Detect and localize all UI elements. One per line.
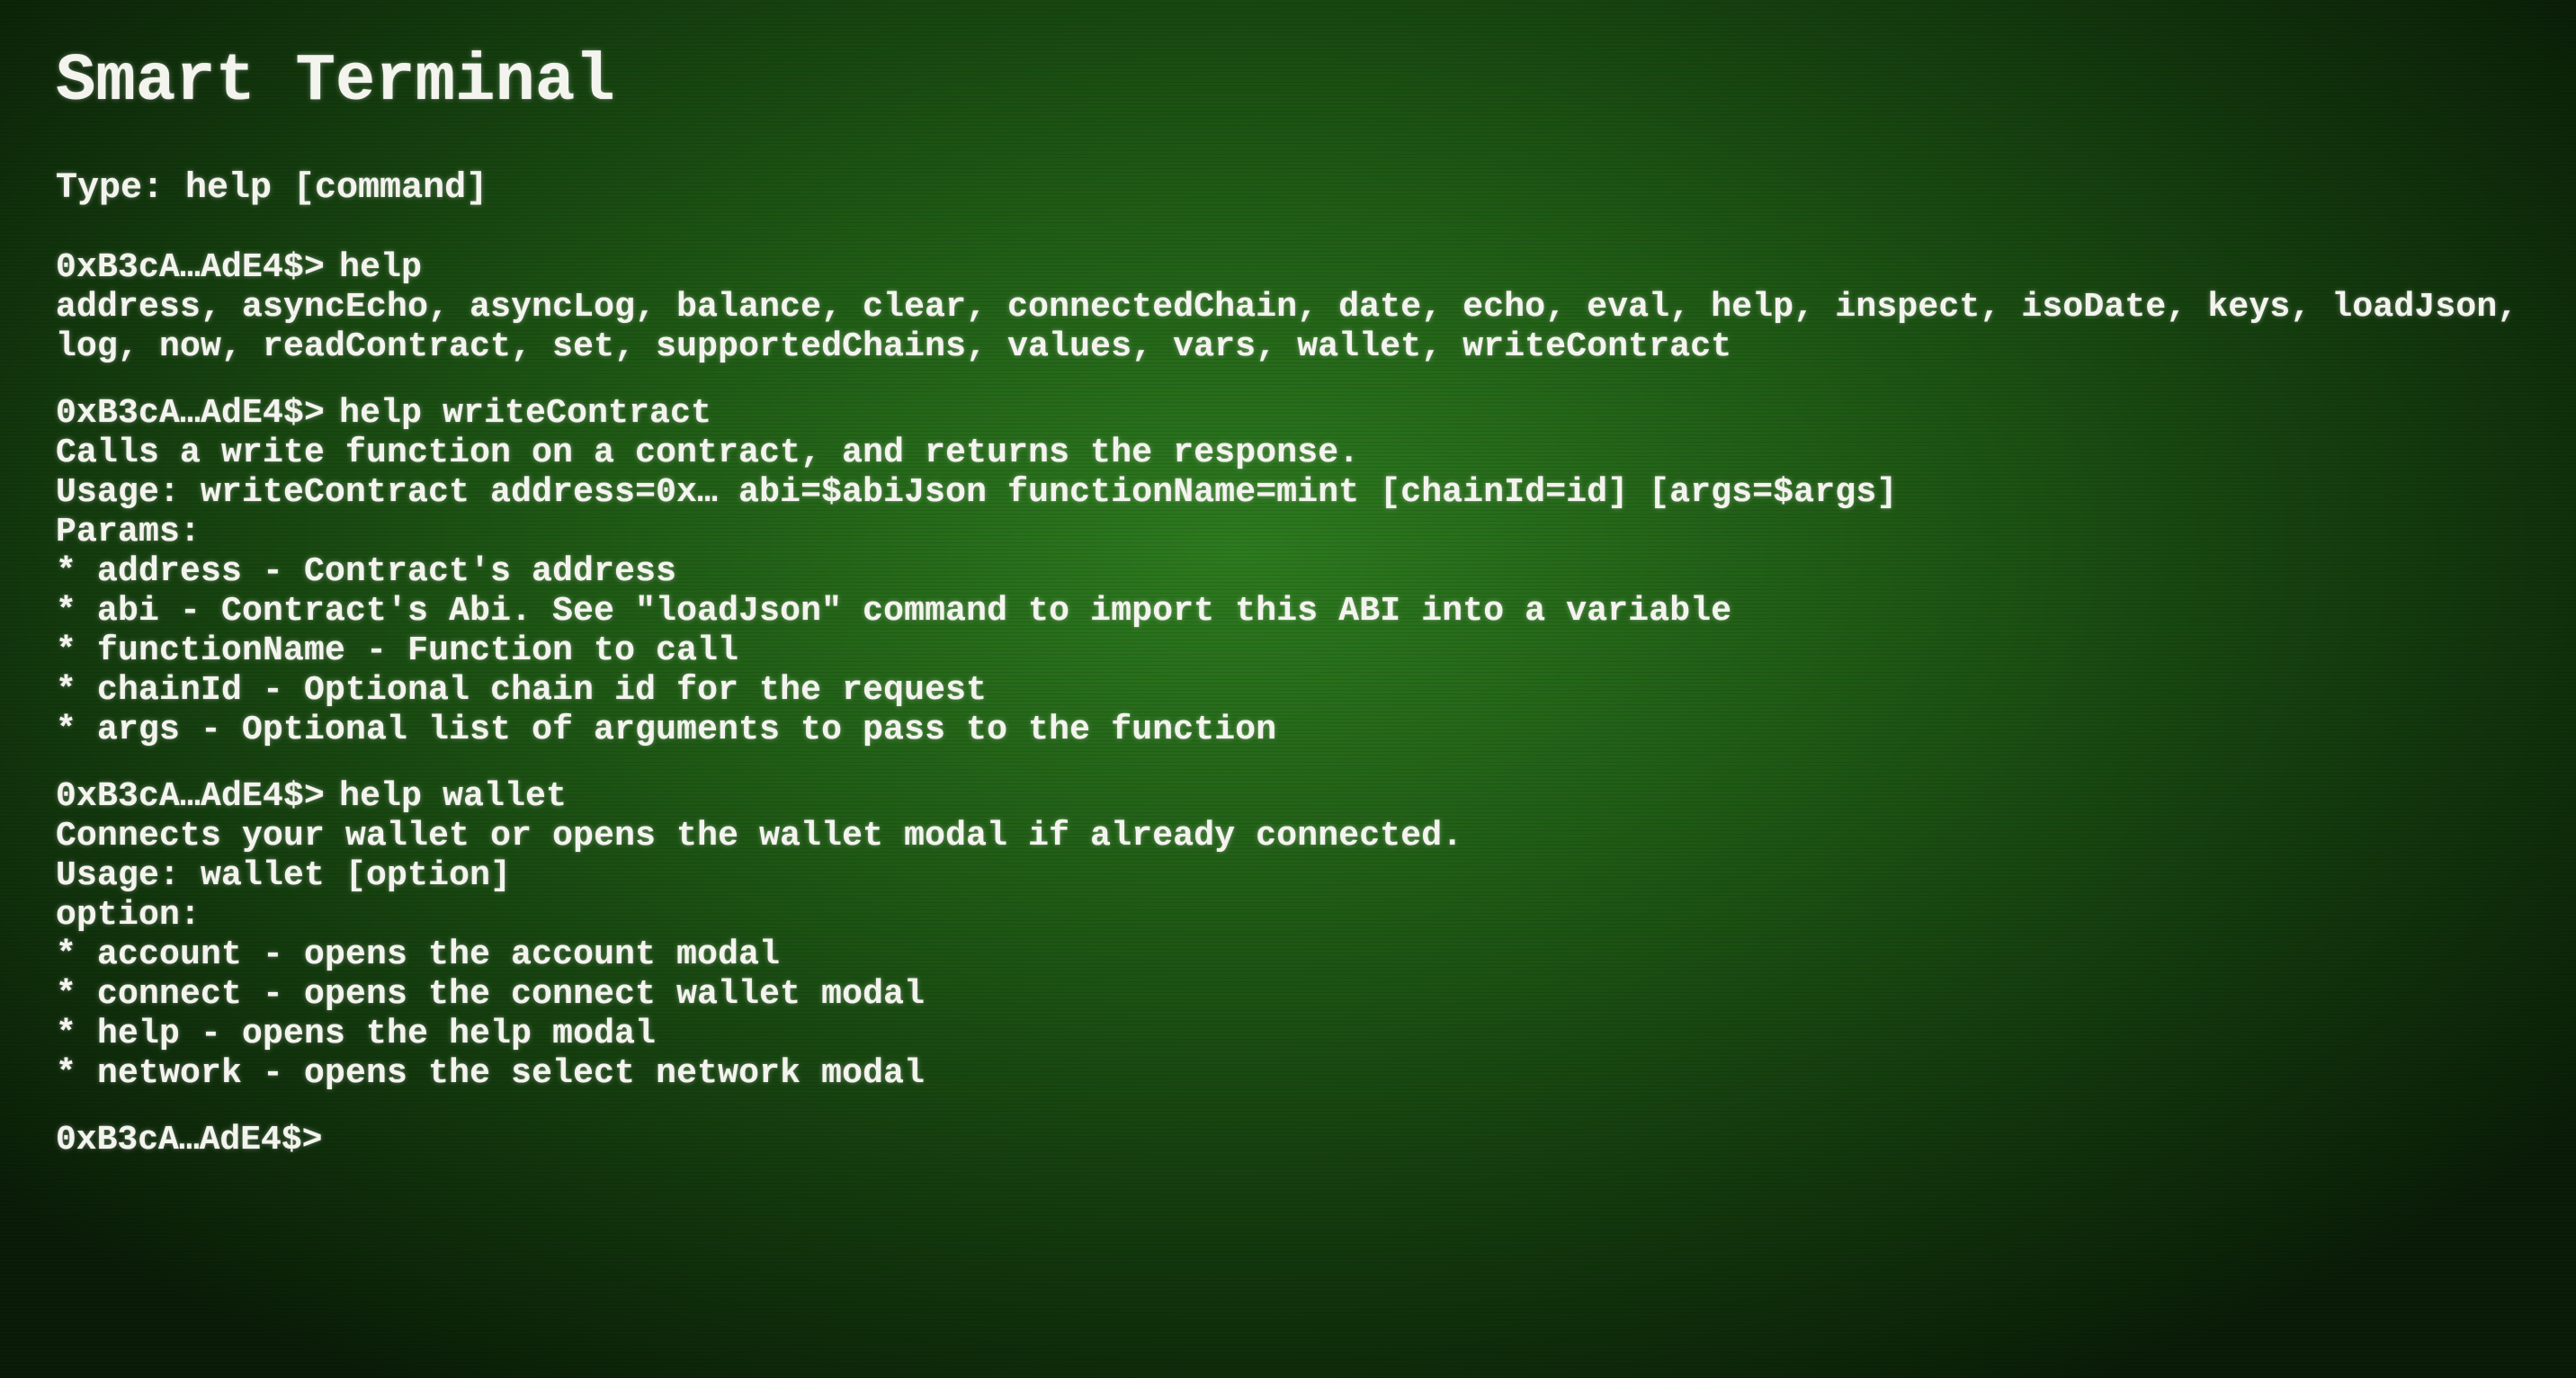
active-prompt-line: 0xB3cA…AdE4$> bbox=[56, 1121, 2538, 1160]
output-line: Usage: writeContract address=0x… abi=$ab… bbox=[56, 473, 1898, 512]
output-line: * network - opens the select network mod… bbox=[56, 1054, 926, 1093]
prompt: 0xB3cA…AdE4$> bbox=[56, 248, 326, 287]
command-text: help writeContract bbox=[339, 394, 712, 433]
prompt: 0xB3cA…AdE4$> bbox=[56, 1121, 323, 1159]
output-line: Usage: wallet [option] bbox=[56, 856, 512, 895]
output-line: Calls a write function on a contract, an… bbox=[56, 434, 1360, 472]
output-line: log, now, readContract, set, supportedCh… bbox=[56, 327, 1732, 366]
output-line: * address - Contract's address bbox=[56, 552, 677, 591]
output-line: * args - Optional list of arguments to p… bbox=[56, 711, 1277, 749]
output-line: * help - opens the help modal bbox=[56, 1015, 657, 1053]
output-line: * connect - opens the connect wallet mod… bbox=[56, 975, 926, 1014]
command-text: help bbox=[339, 248, 423, 287]
output-line: address, asyncEcho, asyncLog, balance, c… bbox=[56, 288, 2518, 327]
output-line: * account - opens the account modal bbox=[56, 935, 781, 974]
output-line: Params: bbox=[56, 513, 201, 551]
help-hint: Type: help [command] bbox=[56, 168, 488, 209]
command-input[interactable] bbox=[336, 1121, 2316, 1160]
output-line: Connects your wallet or opens the wallet… bbox=[56, 817, 1463, 855]
prompt-line: 0xB3cA…AdE4$> help wallet bbox=[56, 777, 2538, 817]
history-entry: 0xB3cA…AdE4$> help wallet Connects your w… bbox=[56, 777, 2538, 1094]
output-line: * abi - Contract's Abi. See "loadJson" c… bbox=[56, 592, 1732, 631]
output-line: * functionName - Function to call bbox=[56, 631, 739, 670]
prompt: 0xB3cA…AdE4$> bbox=[56, 394, 326, 433]
prompt-line: 0xB3cA…AdE4$> help writeContract bbox=[56, 394, 2538, 434]
output-line: * chainId - Optional chain id for the re… bbox=[56, 671, 988, 710]
output-line: option: bbox=[56, 896, 201, 935]
history-entry: 0xB3cA…AdE4$> help writeContract Calls a … bbox=[56, 394, 2538, 750]
prompt: 0xB3cA…AdE4$> bbox=[56, 777, 326, 816]
terminal[interactable]: Smart Terminal Type: help [command] 0xB3… bbox=[56, 43, 2538, 1160]
page-title: Smart Terminal bbox=[56, 44, 615, 120]
prompt-line: 0xB3cA…AdE4$> help bbox=[56, 248, 2538, 288]
history-entry: 0xB3cA…AdE4$> help address, asyncEcho, as… bbox=[56, 248, 2538, 367]
command-text: help wallet bbox=[339, 777, 568, 816]
